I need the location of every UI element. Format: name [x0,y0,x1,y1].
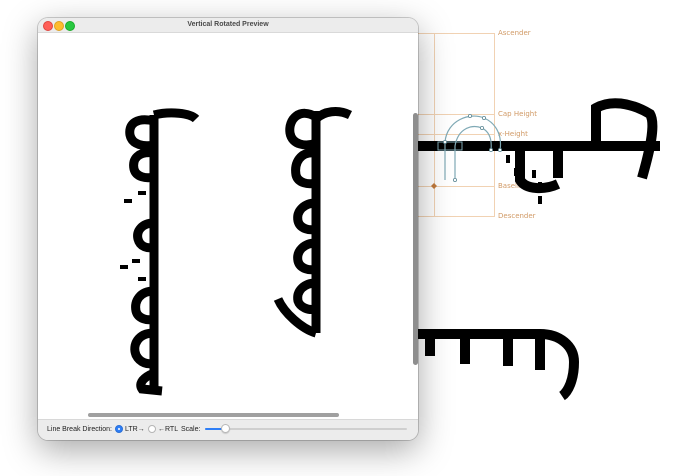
scale-label: Scale: [181,426,201,433]
vertical-rotated-preview-window: Vertical Rotated Preview Line Break Dire… [38,18,418,440]
vertical-scroll-thumb[interactable] [413,113,418,365]
glyph-row-upper [418,98,660,194]
preview-canvas[interactable] [38,33,418,411]
vertical-word-left [125,108,200,396]
horizontal-scroll-thumb[interactable] [88,413,339,417]
ltr-radio[interactable] [115,425,123,433]
window-title: Vertical Rotated Preview [187,21,269,28]
scale-slider-knob[interactable] [221,424,231,433]
title-bar[interactable]: Vertical Rotated Preview [38,18,418,33]
preview-controls: Line Break Direction: LTR→ ←RTL Scale: [38,419,418,440]
vertical-word-right [273,107,353,338]
line-break-direction-label: Line Break Direction: [47,426,112,433]
rtl-radio[interactable] [148,425,156,433]
ltr-radio-label[interactable]: LTR→ [125,426,145,433]
glyph-row-lower [418,329,580,401]
vertical-text-preview [120,107,353,396]
rtl-radio-label[interactable]: ←RTL [158,426,178,433]
scale-slider[interactable] [205,428,407,430]
baseline-marker [431,183,437,189]
